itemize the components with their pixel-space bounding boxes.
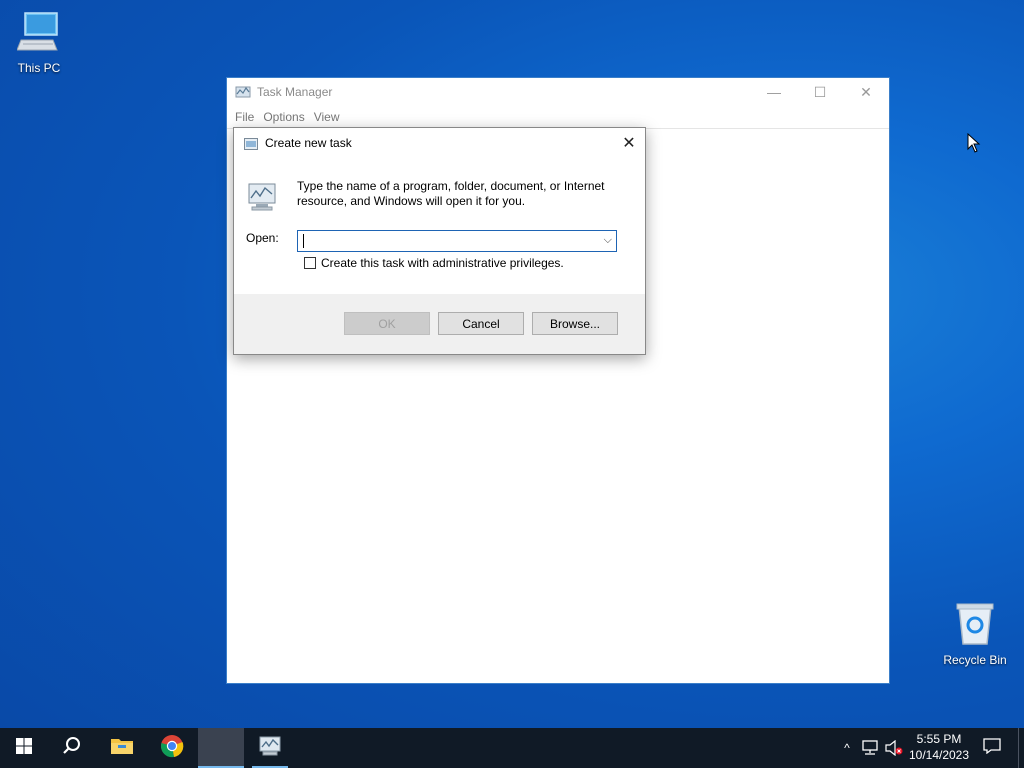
close-button[interactable]: ✕ bbox=[843, 78, 889, 106]
menu-bar: File Options View bbox=[227, 106, 889, 129]
task-manager-taskbar-button[interactable] bbox=[246, 728, 294, 768]
clock-date: 10/14/2023 bbox=[908, 748, 970, 762]
minimize-button[interactable]: — bbox=[751, 78, 797, 106]
cancel-button[interactable]: Cancel bbox=[438, 312, 524, 335]
recycle-bin-desktop-icon[interactable]: Recycle Bin bbox=[935, 602, 1015, 667]
menu-view[interactable]: View bbox=[310, 110, 345, 124]
task-manager-icon bbox=[258, 735, 282, 762]
dialog-titlebar[interactable]: Create new task ✕ bbox=[234, 128, 645, 158]
clock-time: 5:55 PM bbox=[916, 732, 962, 746]
dialog-close-button[interactable]: ✕ bbox=[613, 128, 645, 158]
recycle-bin-icon bbox=[935, 602, 1015, 649]
search-button[interactable] bbox=[48, 728, 96, 768]
this-pc-desktop-icon[interactable]: This PC bbox=[0, 10, 79, 75]
volume-muted-icon[interactable] bbox=[884, 728, 904, 768]
file-explorer-icon bbox=[110, 736, 134, 761]
ok-button[interactable]: OK bbox=[344, 312, 430, 335]
open-combobox[interactable]: ⌵ bbox=[297, 230, 617, 252]
text-caret bbox=[303, 234, 304, 248]
admin-privileges-label[interactable]: Create this task with administrative pri… bbox=[321, 256, 564, 270]
start-button[interactable] bbox=[0, 728, 48, 768]
menu-file[interactable]: File bbox=[227, 110, 259, 124]
start-icon bbox=[16, 737, 32, 759]
admin-privileges-option[interactable]: Create this task with administrative pri… bbox=[304, 256, 564, 270]
create-new-task-dialog: Create new task ✕ Type the name of a pro… bbox=[233, 127, 646, 355]
maximize-button[interactable]: ☐ bbox=[797, 78, 843, 106]
notification-icon bbox=[983, 737, 1001, 759]
mouse-pointer-icon bbox=[967, 132, 981, 158]
action-center-button[interactable] bbox=[978, 728, 1006, 768]
task-manager-titlebar[interactable]: Task Manager — ☐ ✕ bbox=[227, 78, 889, 106]
window-title: Task Manager bbox=[257, 85, 333, 99]
dialog-body: Type the name of a program, folder, docu… bbox=[234, 158, 645, 294]
this-pc-label: This PC bbox=[17, 61, 61, 75]
menu-options[interactable]: Options bbox=[259, 110, 309, 124]
running-app-button[interactable] bbox=[198, 728, 244, 768]
open-label: Open: bbox=[246, 231, 279, 245]
admin-privileges-checkbox[interactable] bbox=[304, 257, 316, 269]
taskbar: ^ 5:55 PM 10/14/2023 bbox=[0, 728, 1024, 768]
file-explorer-button[interactable] bbox=[98, 728, 146, 768]
chevron-down-icon[interactable]: ⌵ bbox=[604, 234, 612, 247]
dialog-title: Create new task bbox=[265, 136, 352, 150]
show-desktop-button[interactable] bbox=[1018, 728, 1024, 768]
chrome-button[interactable] bbox=[148, 728, 196, 768]
system-clock[interactable]: 5:55 PM 10/14/2023 bbox=[905, 731, 973, 763]
chrome-icon bbox=[160, 734, 184, 763]
computer-icon bbox=[0, 10, 79, 57]
recycle-bin-label: Recycle Bin bbox=[943, 653, 1007, 667]
dialog-message: Type the name of a program, folder, docu… bbox=[297, 179, 605, 208]
network-icon[interactable] bbox=[860, 728, 880, 768]
show-hidden-icons-chevron[interactable]: ^ bbox=[838, 728, 856, 768]
task-manager-icon bbox=[235, 84, 251, 100]
search-icon bbox=[62, 736, 82, 761]
task-manager-large-icon bbox=[246, 180, 278, 212]
browse-button[interactable]: Browse... bbox=[532, 312, 618, 335]
dialog-footer: OK Cancel Browse... bbox=[234, 294, 645, 354]
run-icon bbox=[244, 137, 258, 150]
